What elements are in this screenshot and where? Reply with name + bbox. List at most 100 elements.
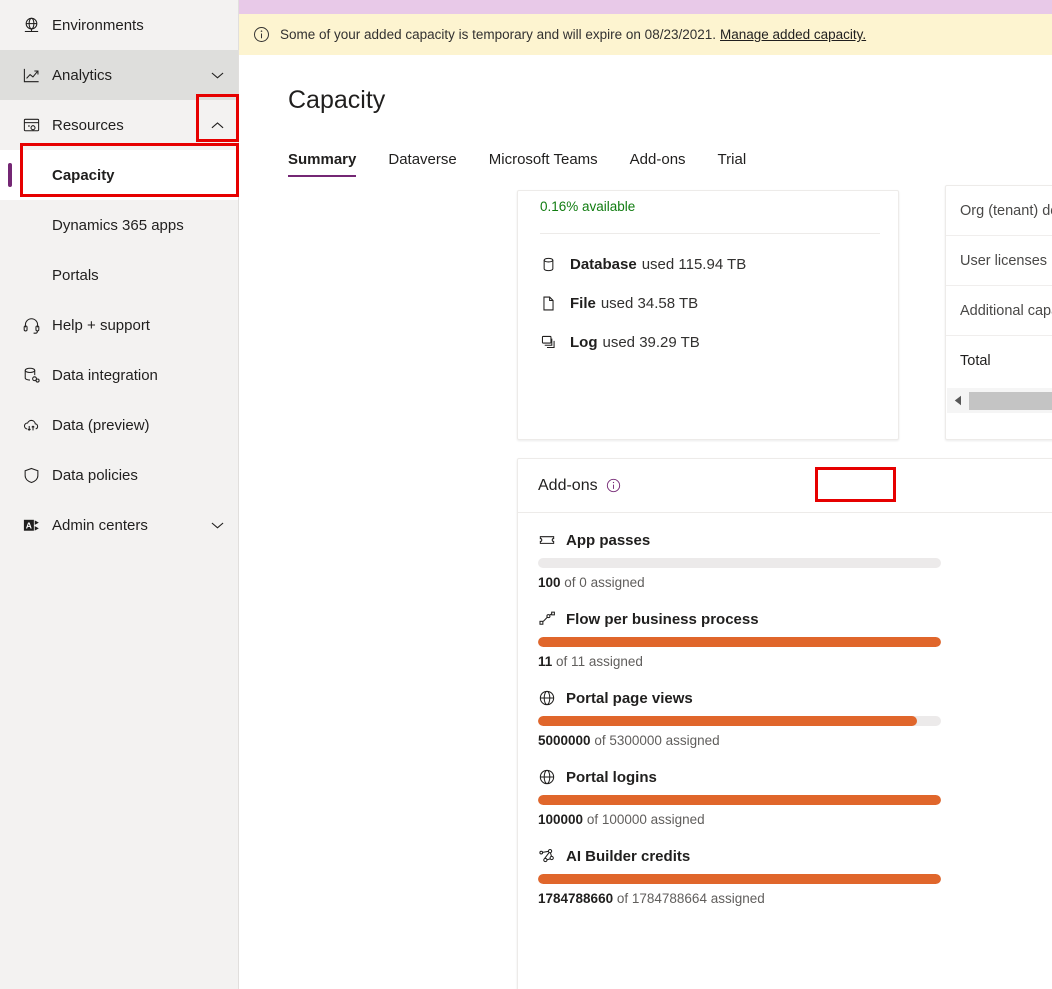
row-label: Org (tenant) default	[960, 203, 1052, 219]
usage-value: used 115.94 TB	[642, 256, 747, 273]
usage-label: Log	[570, 334, 598, 351]
sidebar-item-data-policies[interactable]: Data policies	[0, 450, 238, 500]
caret-left-icon[interactable]	[947, 395, 969, 406]
usage-row-database: Database used 115.94 TB	[518, 256, 898, 273]
info-circle-icon	[253, 26, 270, 43]
file-icon	[540, 295, 570, 312]
addon-name: Portal page views	[566, 690, 693, 707]
table-row: Additional capacity 36.15 TB	[946, 286, 1052, 336]
manage-added-capacity-link[interactable]: Manage added capacity.	[720, 27, 866, 42]
row-label: Total	[960, 353, 991, 369]
sidebar-item-label: Data integration	[48, 367, 228, 384]
chevron-up-icon[interactable]	[206, 121, 228, 130]
sidebar-item-label: Resources	[48, 117, 206, 134]
sidebar-item-data-integration[interactable]: Data integration	[0, 350, 238, 400]
addon-name: AI Builder credits	[566, 848, 690, 865]
tab-microsoft-teams[interactable]: Microsoft Teams	[489, 151, 598, 177]
addon-of-text: of 5300000 assigned	[594, 733, 719, 748]
sidebar-item-analytics[interactable]: Analytics	[0, 50, 238, 100]
page-title: Capacity	[239, 55, 1052, 113]
sidebar-item-capacity[interactable]: Capacity	[0, 150, 238, 200]
sidebar-item-data-preview[interactable]: Data (preview)	[0, 400, 238, 450]
sidebar-item-label: Data policies	[48, 467, 228, 484]
sidebar-item-dynamics-365-apps[interactable]: Dynamics 365 apps	[0, 200, 238, 250]
resources-window-icon	[22, 116, 48, 135]
sidebar-item-label: Capacity	[52, 167, 115, 184]
progress-bar	[538, 795, 941, 805]
flow-icon	[538, 610, 566, 628]
progress-bar	[538, 558, 941, 568]
scrollbar-thumb[interactable]	[969, 392, 1052, 410]
progress-fill	[538, 874, 941, 884]
main-content: Some of your added capacity is temporary…	[239, 0, 1052, 989]
progress-bar	[538, 874, 941, 884]
admin-centers-icon: A	[22, 516, 48, 535]
list-item: Flow per business process 11 of 11 assig…	[538, 610, 1052, 669]
info-banner: Some of your added capacity is temporary…	[239, 14, 1052, 55]
horizontal-scrollbar[interactable]	[947, 388, 1052, 413]
top-accent-strip	[239, 0, 1052, 14]
sidebar-item-label: Help + support	[48, 317, 228, 334]
tab-summary[interactable]: Summary	[288, 151, 356, 177]
info-circle-icon[interactable]	[606, 478, 621, 493]
sidebar-item-admin-centers[interactable]: A Admin centers	[0, 500, 238, 550]
scrollbar-track[interactable]	[969, 392, 1052, 410]
database-icon	[540, 256, 570, 273]
capacity-breakdown-card: Org (tenant) default 10 GB User licenses	[945, 185, 1052, 440]
usage-row-file: File used 34.58 TB	[518, 295, 898, 312]
list-item: App passes 100 of 0 assigned	[538, 531, 1052, 590]
usage-value: used 34.58 TB	[601, 295, 698, 312]
info-banner-message: Some of your added capacity is temporary…	[280, 27, 716, 42]
globe-icon	[538, 768, 566, 786]
addons-card-header: Add-ons Manage Download reports	[518, 459, 1052, 513]
row-label: User licenses	[960, 253, 1047, 269]
analytics-chart-icon	[22, 66, 48, 85]
sidebar-item-label: Portals	[52, 267, 99, 284]
available-percent-text: 0.16% available	[518, 191, 898, 214]
shield-icon	[22, 466, 48, 485]
chevron-down-icon[interactable]	[206, 71, 228, 80]
addon-of-text: of 100000 assigned	[587, 812, 705, 827]
sidebar-item-label: Admin centers	[48, 517, 206, 534]
progress-bar	[538, 716, 941, 726]
log-icon	[540, 334, 570, 351]
sidebar-item-label: Data (preview)	[48, 417, 228, 434]
list-item: AI Builder credits 1784788660 of 1784788…	[538, 847, 1052, 906]
progress-bar	[538, 637, 941, 647]
addon-name: App passes	[566, 532, 650, 549]
tab-trial[interactable]: Trial	[718, 151, 747, 177]
list-item: Portal logins 100000 of 100000 assigned	[538, 768, 1052, 827]
list-item: Portal page views 5000000 of 5300000 ass…	[538, 689, 1052, 748]
progress-fill	[538, 637, 941, 647]
cloud-data-icon	[22, 416, 48, 435]
chevron-down-icon[interactable]	[206, 521, 228, 530]
progress-fill	[538, 716, 917, 726]
sidebar-item-environments[interactable]: Environments	[0, 0, 238, 50]
sidebar: Environments Analytics	[0, 0, 239, 989]
addon-of-text: of 11 assigned	[556, 654, 643, 669]
ai-builder-icon	[538, 847, 566, 865]
table-row-total: Total 190.12 TB	[946, 336, 1052, 386]
sidebar-item-help-support[interactable]: Help + support	[0, 300, 238, 350]
storage-summary-card: 0.16% available Database used 115.94 TB	[517, 190, 899, 440]
usage-value: used 39.29 TB	[603, 334, 700, 351]
table-row: User licenses 153.96 TB	[946, 236, 1052, 286]
table-row: Org (tenant) default 10 GB	[946, 186, 1052, 236]
sidebar-item-portals[interactable]: Portals	[0, 250, 238, 300]
sidebar-item-resources[interactable]: Resources	[0, 100, 238, 150]
addon-assigned: 5000000	[538, 733, 591, 748]
addon-name: Flow per business process	[566, 611, 759, 628]
sidebar-item-label: Environments	[48, 17, 228, 34]
addons-list: App passes 100 of 0 assigned	[518, 513, 1052, 906]
addons-card: Add-ons Manage Download reports	[517, 458, 1052, 989]
addon-assigned: 11	[538, 654, 552, 669]
addon-assigned: 100000	[538, 812, 583, 827]
addons-title: Add-ons	[538, 477, 598, 495]
app-pass-icon	[538, 531, 566, 549]
usage-label: Database	[570, 256, 637, 273]
data-integration-icon	[22, 366, 48, 385]
globe-environments-icon	[22, 16, 48, 35]
tab-dataverse[interactable]: Dataverse	[388, 151, 456, 177]
tab-add-ons[interactable]: Add-ons	[630, 151, 686, 177]
globe-icon	[538, 689, 566, 707]
